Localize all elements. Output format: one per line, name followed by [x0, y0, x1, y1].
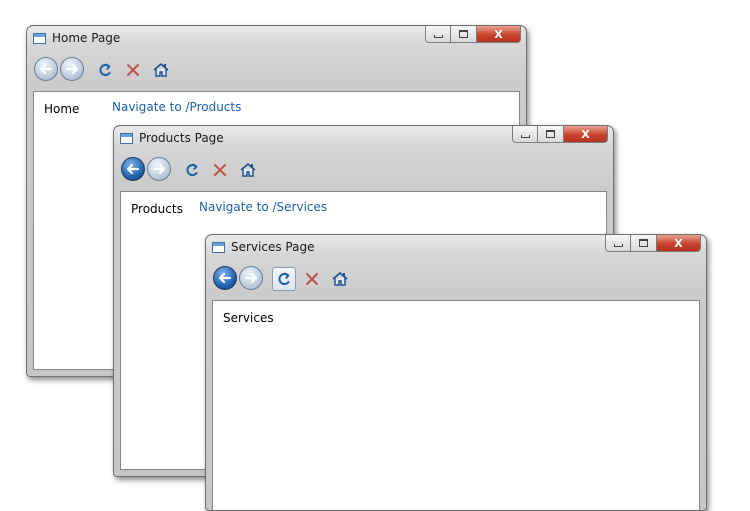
refresh-button[interactable]	[180, 158, 204, 182]
title-bar[interactable]: Services Page X	[206, 235, 706, 261]
content-area: Services	[212, 300, 700, 510]
forward-button[interactable]	[239, 266, 263, 290]
toolbar	[212, 264, 352, 294]
refresh-icon	[186, 163, 198, 177]
home-button[interactable]	[236, 158, 260, 182]
services-window: Services Page X Services	[205, 234, 707, 511]
page-label: Services	[223, 311, 274, 325]
refresh-icon	[99, 63, 111, 77]
toolbar	[33, 55, 173, 85]
minimize-button[interactable]	[512, 126, 538, 143]
minimize-icon	[520, 135, 530, 138]
back-arrow-icon	[218, 272, 232, 284]
minimize-icon	[613, 244, 623, 247]
maximize-icon	[546, 130, 555, 138]
page-label: Products	[131, 202, 183, 216]
refresh-button[interactable]	[93, 58, 117, 82]
navigate-services-link[interactable]: Navigate to /Services	[199, 200, 327, 214]
window-title: Services Page	[231, 240, 315, 254]
navigate-products-link[interactable]: Navigate to /Products	[112, 100, 241, 114]
nav-buttons	[212, 265, 268, 293]
close-icon: X	[674, 236, 683, 250]
stop-button[interactable]	[121, 58, 145, 82]
caption-buttons: X	[605, 235, 701, 253]
forward-arrow-icon	[152, 163, 166, 175]
forward-button[interactable]	[147, 157, 171, 181]
window-title: Home Page	[52, 31, 121, 45]
maximize-button[interactable]	[631, 235, 657, 252]
close-button[interactable]: X	[657, 235, 701, 252]
minimize-button[interactable]	[425, 26, 451, 43]
stop-icon	[306, 273, 318, 285]
home-button[interactable]	[328, 267, 352, 291]
window-icon	[120, 133, 133, 144]
maximize-icon	[639, 239, 648, 247]
minimize-icon	[433, 35, 443, 38]
home-icon	[153, 63, 169, 77]
minimize-button[interactable]	[605, 235, 631, 252]
home-icon	[240, 163, 256, 177]
refresh-button[interactable]	[272, 267, 296, 291]
maximize-icon	[459, 30, 468, 38]
back-arrow-icon	[126, 163, 140, 175]
window-icon	[33, 33, 46, 44]
forward-button[interactable]	[60, 57, 84, 81]
back-button[interactable]	[213, 266, 237, 290]
home-button[interactable]	[149, 58, 173, 82]
page-label: Home	[44, 102, 80, 116]
close-button[interactable]: X	[564, 126, 608, 143]
home-icon	[332, 272, 348, 286]
forward-arrow-icon	[244, 272, 258, 284]
stop-button[interactable]	[208, 158, 232, 182]
refresh-icon	[278, 272, 290, 286]
window-title: Products Page	[139, 131, 224, 145]
back-button[interactable]	[34, 57, 58, 81]
window-icon	[212, 242, 225, 253]
title-bar[interactable]: Products Page X	[114, 126, 613, 152]
back-arrow-icon	[39, 63, 53, 75]
caption-buttons: X	[425, 26, 521, 44]
back-button[interactable]	[121, 157, 145, 181]
title-bar[interactable]: Home Page X	[27, 26, 526, 52]
caption-buttons: X	[512, 126, 608, 144]
maximize-button[interactable]	[451, 26, 477, 43]
close-icon: X	[494, 27, 503, 41]
close-button[interactable]: X	[477, 26, 521, 43]
nav-buttons	[33, 56, 89, 84]
close-icon: X	[581, 127, 590, 141]
nav-buttons	[120, 156, 176, 184]
maximize-button[interactable]	[538, 126, 564, 143]
stop-icon	[214, 164, 226, 176]
stop-button[interactable]	[300, 267, 324, 291]
toolbar	[120, 155, 260, 185]
forward-arrow-icon	[65, 63, 79, 75]
stop-icon	[127, 64, 139, 76]
